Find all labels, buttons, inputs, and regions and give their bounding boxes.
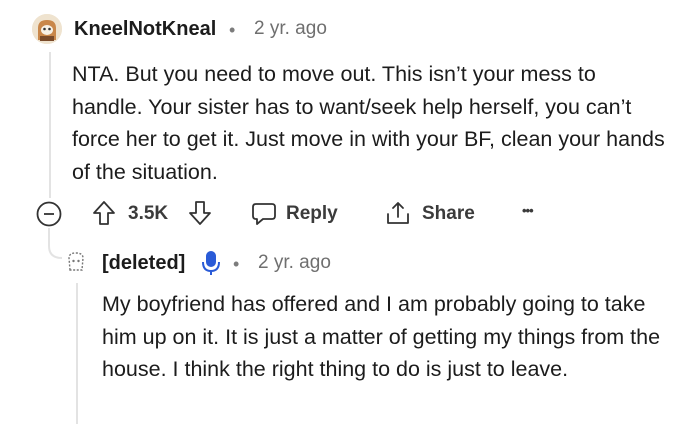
- reply-label: Reply: [286, 203, 338, 224]
- microphone-icon: [201, 249, 221, 277]
- share-icon: [384, 200, 412, 228]
- reply-meta-separator: •: [233, 254, 240, 274]
- share-label: Share: [422, 203, 475, 224]
- upvote-icon[interactable]: [92, 200, 116, 226]
- deleted-avatar-icon: [64, 250, 88, 274]
- more-options-button[interactable]: •••: [522, 203, 534, 218]
- reply-body: My boyfriend has offered and I am probab…: [102, 292, 661, 381]
- collapse-icon[interactable]: [36, 201, 62, 227]
- thread-line[interactable]: [49, 52, 51, 198]
- reply-username[interactable]: [deleted]: [102, 252, 185, 275]
- username[interactable]: KneelNotKneal: [74, 18, 216, 41]
- downvote-icon[interactable]: [188, 200, 212, 226]
- comment-bubble-icon: [250, 201, 278, 227]
- timestamp[interactable]: 2 yr. ago: [254, 18, 327, 40]
- meta-separator: •: [229, 20, 236, 40]
- share-button[interactable]: Share: [384, 198, 484, 228]
- vote-count: 3.5K: [128, 203, 169, 224]
- reply-button[interactable]: Reply: [248, 198, 344, 228]
- avatar[interactable]: [32, 14, 62, 44]
- comment-body: NTA. But you need to move out. This isn’…: [72, 62, 665, 184]
- reply-timestamp[interactable]: 2 yr. ago: [258, 252, 331, 274]
- reply-thread-line[interactable]: [76, 283, 78, 424]
